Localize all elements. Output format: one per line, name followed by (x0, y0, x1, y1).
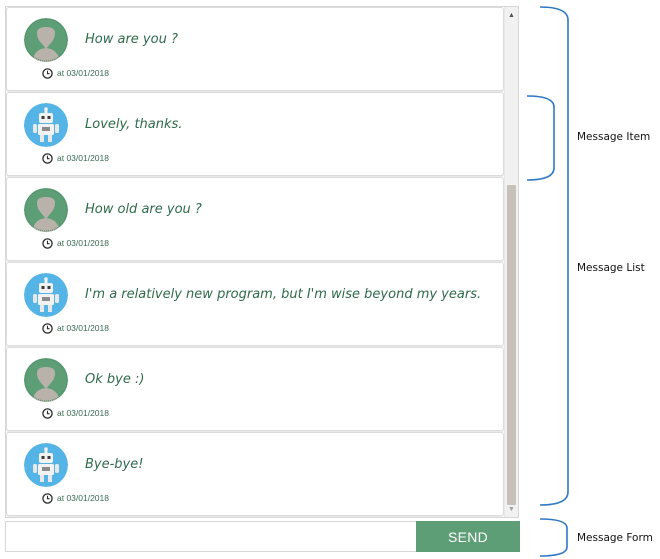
chat-panel: How are you ? at 03/01/2018 Lovely, than… (5, 6, 519, 518)
message-text: Ok bye :) (85, 372, 145, 387)
clock-icon (42, 407, 53, 419)
message-item: Bye-bye! at 03/01/2018 (6, 432, 504, 516)
clock-icon (42, 322, 53, 334)
clock-icon (42, 492, 53, 504)
timestamp-text: at 03/01/2018 (57, 493, 109, 503)
message-item: Lovely, thanks. at 03/01/2018 (6, 92, 504, 176)
message-timestamp: at 03/01/2018 (42, 322, 109, 334)
clock-icon (42, 67, 53, 79)
message-item: Ok bye :) at 03/01/2018 (6, 347, 504, 431)
timestamp-text: at 03/01/2018 (57, 323, 109, 333)
message-list-bracket (539, 6, 570, 506)
user-avatar-icon (24, 358, 68, 402)
message-text: How old are you ? (85, 202, 202, 217)
message-timestamp: at 03/01/2018 (42, 237, 109, 249)
message-item: How are you ? at 03/01/2018 (6, 7, 504, 91)
robot-avatar-icon (24, 273, 68, 317)
message-item-bracket (526, 95, 557, 181)
message-timestamp: at 03/01/2018 (42, 492, 109, 504)
message-input[interactable] (6, 522, 415, 551)
timestamp-text: at 03/01/2018 (57, 68, 109, 78)
timestamp-text: at 03/01/2018 (57, 153, 109, 163)
annotation-message-list: Message List (577, 262, 645, 274)
clock-icon (42, 237, 53, 249)
message-list[interactable]: How are you ? at 03/01/2018 Lovely, than… (6, 7, 504, 517)
message-item: How old are you ? at 03/01/2018 (6, 177, 504, 261)
scrollbar[interactable]: ▲ ▼ (504, 7, 518, 517)
message-form: SEND (5, 521, 520, 552)
timestamp-text: at 03/01/2018 (57, 238, 109, 248)
scroll-down-arrow-icon[interactable]: ▼ (505, 503, 518, 515)
annotation-message-form: Message Form (577, 532, 653, 544)
scroll-thumb[interactable] (507, 185, 516, 505)
message-text: Bye-bye! (85, 457, 144, 472)
annotation-message-item: Message Item (577, 131, 651, 143)
message-text: How are you ? (85, 32, 178, 47)
clock-icon (42, 152, 53, 164)
message-text: Lovely, thanks. (85, 117, 183, 132)
message-timestamp: at 03/01/2018 (42, 67, 109, 79)
message-timestamp: at 03/01/2018 (42, 407, 109, 419)
message-timestamp: at 03/01/2018 (42, 152, 109, 164)
robot-avatar-icon (24, 103, 68, 147)
timestamp-text: at 03/01/2018 (57, 408, 109, 418)
user-avatar-icon (24, 18, 68, 62)
scroll-up-arrow-icon[interactable]: ▲ (505, 9, 518, 21)
message-form-bracket (539, 518, 570, 558)
send-button[interactable]: SEND (416, 521, 520, 552)
message-item: I'm a relatively new program, but I'm wi… (6, 262, 504, 346)
message-text: I'm a relatively new program, but I'm wi… (85, 287, 482, 302)
robot-avatar-icon (24, 443, 68, 487)
user-avatar-icon (24, 188, 68, 232)
